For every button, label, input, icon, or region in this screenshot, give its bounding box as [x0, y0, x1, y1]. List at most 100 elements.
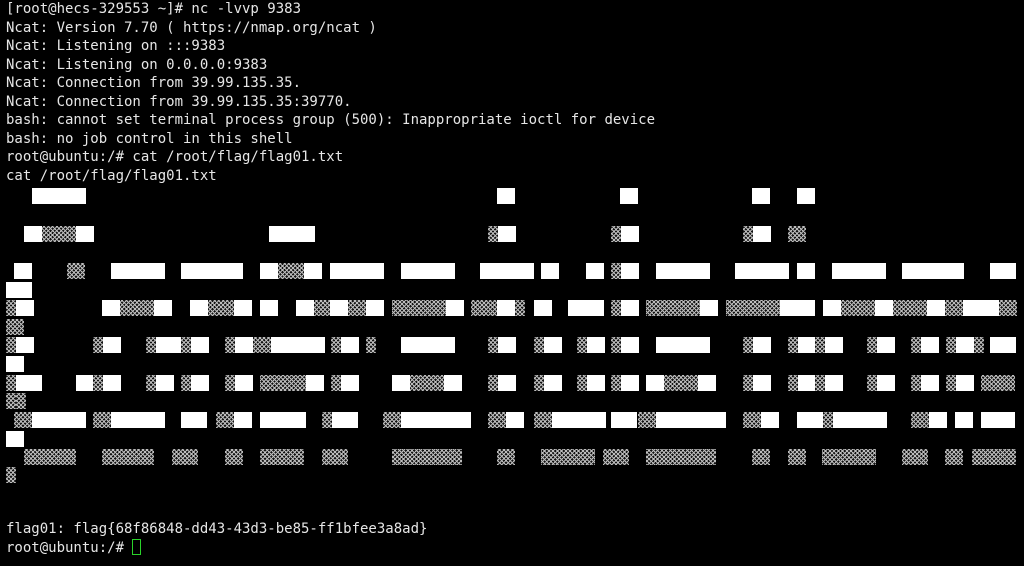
shaded-block-glyph — [788, 226, 806, 242]
solid-block-glyph — [16, 300, 34, 316]
ascii-art-row — [0, 355, 1024, 373]
shaded-block-glyph — [93, 337, 103, 353]
shaded-block-glyph — [331, 337, 341, 353]
solid-block-glyph — [260, 263, 278, 279]
shaded-block-glyph — [911, 412, 929, 428]
ascii-art-row — [0, 392, 1024, 410]
solid-block-glyph — [753, 375, 771, 391]
shaded-block-glyph — [945, 449, 963, 465]
solid-block-glyph — [921, 375, 939, 391]
solid-block-glyph — [656, 263, 710, 279]
shaded-block-glyph — [497, 449, 515, 465]
shaded-block-glyph — [867, 337, 877, 353]
shaded-block-glyph — [225, 337, 235, 353]
solid-block-glyph — [656, 337, 710, 353]
solid-block-glyph — [587, 337, 605, 353]
solid-block-glyph — [304, 263, 322, 279]
solid-block-glyph — [902, 263, 964, 279]
shaded-block-glyph — [93, 412, 111, 428]
solid-block-glyph — [341, 337, 359, 353]
solid-block-glyph — [269, 226, 315, 242]
shaded-block-glyph — [366, 337, 376, 353]
terminal-window[interactable]: [root@hecs-329553 ~]# nc -lvvp 9383 Ncat… — [0, 0, 1024, 566]
shaded-block-glyph — [260, 375, 306, 391]
shaded-block-glyph — [541, 449, 595, 465]
shaded-block-glyph — [102, 449, 154, 465]
solid-block-glyph — [963, 300, 981, 316]
shaded-block-glyph — [172, 449, 198, 465]
shaded-block-glyph — [893, 300, 927, 316]
solid-block-glyph — [102, 300, 120, 316]
shaded-block-glyph — [383, 412, 401, 428]
shaded-block-glyph — [120, 300, 154, 316]
shaded-block-glyph — [743, 375, 753, 391]
solid-block-glyph — [587, 375, 605, 391]
solid-block-glyph — [823, 300, 841, 316]
solid-block-glyph — [825, 337, 843, 353]
solid-block-glyph — [797, 263, 815, 279]
shaded-block-glyph — [6, 337, 16, 353]
shaded-block-glyph — [911, 337, 921, 353]
solid-block-glyph — [497, 188, 515, 204]
solid-block-glyph — [16, 375, 42, 391]
solid-block-glyph — [990, 337, 1016, 353]
shaded-block-glyph — [6, 393, 16, 409]
solid-block-glyph — [103, 375, 121, 391]
shaded-block-glyph — [278, 263, 304, 279]
solid-block-glyph — [981, 300, 999, 316]
shaded-block-glyph — [788, 449, 806, 465]
shaded-block-glyph — [974, 337, 984, 353]
shaded-block-glyph — [392, 449, 462, 465]
solid-block-glyph — [698, 375, 716, 391]
terminal-line: root@ubuntu:/# cat /root/flag/flag01.txt — [6, 149, 344, 165]
ascii-art-row — [0, 448, 1024, 466]
ascii-art-row — [0, 187, 1024, 205]
solid-block-glyph — [498, 375, 516, 391]
solid-block-glyph — [552, 412, 606, 428]
shaded-block-glyph — [146, 375, 156, 391]
shaded-block-glyph — [348, 300, 366, 316]
solid-block-glyph — [798, 375, 816, 391]
solid-block-glyph — [6, 431, 24, 447]
shaded-block-glyph — [146, 337, 156, 353]
solid-block-glyph — [234, 412, 252, 428]
shaded-block-glyph — [611, 300, 621, 316]
shaded-block-glyph — [14, 412, 32, 428]
shaded-block-glyph — [488, 226, 498, 242]
shaded-block-glyph — [225, 449, 243, 465]
solid-block-glyph — [330, 263, 384, 279]
shaded-block-glyph — [6, 300, 16, 316]
shaded-block-glyph — [181, 375, 191, 391]
solid-block-glyph — [24, 226, 42, 242]
ascii-art-row — [0, 336, 1024, 354]
solid-block-glyph — [797, 412, 823, 428]
shaded-block-glyph — [911, 375, 921, 391]
shaded-block-glyph — [471, 300, 497, 316]
solid-block-glyph — [235, 337, 253, 353]
terminal-line: cat /root/flag/flag01.txt — [6, 167, 217, 184]
ascii-art-row — [0, 374, 1024, 392]
solid-block-glyph — [191, 375, 209, 391]
solid-block-glyph — [260, 412, 306, 428]
shaded-block-glyph — [603, 449, 629, 465]
terminal-line: bash: cannot set terminal process group … — [6, 112, 656, 128]
terminal-line: Ncat: Listening on 0.0.0.0:9383 — [6, 56, 268, 73]
shaded-block-glyph — [611, 263, 621, 279]
shaded-block-glyph — [322, 412, 332, 428]
shaded-block-glyph — [664, 375, 698, 391]
solid-block-glyph — [541, 263, 559, 279]
solid-block-glyph — [752, 188, 770, 204]
shaded-block-glyph — [823, 412, 833, 428]
solid-block-glyph — [330, 300, 348, 316]
shaded-block-glyph — [515, 300, 525, 316]
shaded-block-glyph — [181, 337, 191, 353]
solid-block-glyph — [6, 282, 32, 298]
text-cursor[interactable] — [132, 538, 142, 555]
shaded-block-glyph — [788, 375, 798, 391]
shaded-block-glyph — [488, 337, 498, 353]
solid-block-glyph — [103, 337, 121, 353]
solid-block-glyph — [111, 412, 165, 428]
solid-block-glyph — [156, 337, 182, 353]
solid-block-glyph — [341, 375, 359, 391]
shaded-block-glyph — [638, 412, 656, 428]
